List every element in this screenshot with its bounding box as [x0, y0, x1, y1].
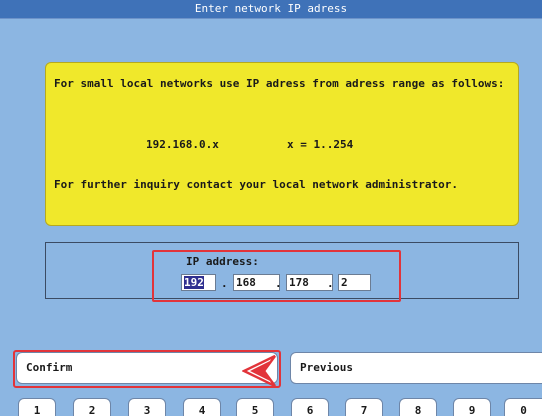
info-ip-range: 192.168.0.x	[146, 138, 219, 151]
info-x-range: x = 1..254	[287, 138, 354, 151]
ip-address-label: IP address:	[186, 255, 259, 268]
ip-separator-1: .	[221, 277, 228, 290]
ip-octet-1-field[interactable]: 192	[181, 274, 216, 291]
ip-separator-2: .	[275, 277, 282, 290]
previous-button[interactable]: Previous	[290, 352, 542, 384]
keypad-key-6[interactable]: 6	[291, 398, 329, 416]
confirm-button-highlight	[13, 350, 281, 388]
info-panel: For small local networks use IP adress f…	[45, 62, 519, 226]
ip-octet-3-field[interactable]: 178	[286, 274, 333, 291]
keypad-key-9[interactable]: 9	[453, 398, 491, 416]
ip-separator-3: .	[327, 277, 334, 290]
keypad-key-4[interactable]: 4	[183, 398, 221, 416]
info-inquiry-text: For further inquiry contact your local n…	[54, 178, 458, 191]
window-title: Enter network IP adress	[0, 0, 542, 19]
ip-octet-4-field[interactable]: 2	[338, 274, 371, 291]
keypad-key-3[interactable]: 3	[128, 398, 166, 416]
screen: Enter network IP adress For small local …	[0, 0, 542, 416]
keypad-key-8[interactable]: 8	[399, 398, 437, 416]
ip-octet-2-field[interactable]: 168	[233, 274, 280, 291]
keypad-key-5[interactable]: 5	[236, 398, 274, 416]
info-intro-text: For small local networks use IP adress f…	[54, 77, 505, 90]
pointer-arrow-icon	[242, 354, 276, 388]
keypad-key-2[interactable]: 2	[73, 398, 111, 416]
keypad-key-0[interactable]: 0	[504, 398, 542, 416]
keypad-key-7[interactable]: 7	[345, 398, 383, 416]
keypad-key-1[interactable]: 1	[18, 398, 56, 416]
